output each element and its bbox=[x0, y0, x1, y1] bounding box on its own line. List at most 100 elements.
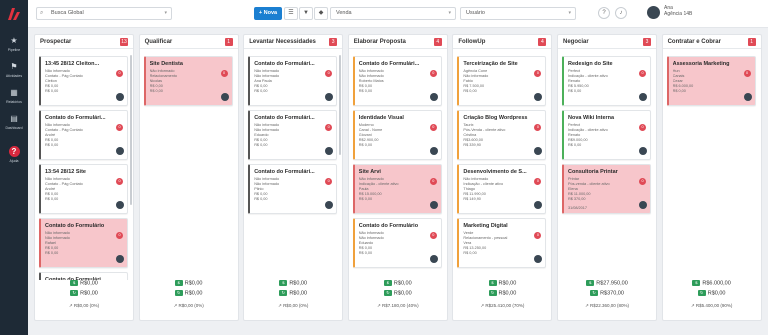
activity-count-badge[interactable]: 0 bbox=[639, 70, 646, 77]
column-totals: $ R$0,00 ↻ R$0,00 ↗ R$0,00 (0%) bbox=[140, 278, 238, 320]
sale-select[interactable]: Venda ▾ bbox=[330, 7, 456, 20]
owner-avatar[interactable] bbox=[116, 93, 124, 101]
owner-avatar[interactable] bbox=[325, 201, 334, 209]
deal-title: Contato do Formulário bbox=[45, 223, 105, 229]
sidebar-item-dashboard[interactable]: ▤ Dashboard bbox=[0, 114, 28, 130]
list-view-button[interactable]: ☰ bbox=[284, 7, 298, 20]
activity-count-badge[interactable]: 0 bbox=[429, 70, 437, 77]
activity-count-badge[interactable]: 0 bbox=[325, 124, 333, 131]
activity-count-badge[interactable]: 0 bbox=[325, 70, 333, 77]
user-select[interactable]: Usuário ▾ bbox=[460, 7, 576, 20]
new-button[interactable]: + Nova bbox=[254, 7, 282, 20]
activity-count-badge[interactable]: 0 bbox=[534, 70, 542, 77]
sidebar-item-ajuda[interactable]: ? Ajuda bbox=[0, 146, 28, 163]
column-scrollbar[interactable] bbox=[339, 55, 342, 155]
column-count-badge: 13 bbox=[120, 38, 128, 46]
deal-card[interactable]: Contato do Formulári... Não informado Não … bbox=[248, 56, 338, 106]
column-title: Negociar bbox=[563, 39, 589, 45]
activity-count-badge[interactable]: 0 bbox=[116, 178, 123, 185]
owner-avatar[interactable] bbox=[429, 147, 438, 155]
activity-count-badge[interactable]: 0 bbox=[325, 178, 333, 185]
sidebar-item-relatórios[interactable]: ▦ Relatórios bbox=[0, 88, 28, 104]
activity-count-badge[interactable]: 0 bbox=[116, 232, 123, 239]
deal-card[interactable]: Site Arvi Não informado Indicação - client… bbox=[352, 164, 442, 214]
activity-count-badge[interactable]: 0 bbox=[534, 178, 542, 185]
owner-avatar[interactable] bbox=[429, 255, 438, 263]
deal-card[interactable]: 13:54 28/12 Site Não informado Contato - P… bbox=[39, 164, 128, 214]
owner-avatar[interactable] bbox=[534, 147, 543, 155]
owner-avatar[interactable] bbox=[639, 93, 647, 101]
activity-count-badge[interactable]: 0 bbox=[534, 124, 542, 131]
deal-card[interactable]: Criação Blog Wordpress Taurix Pós-Venda - … bbox=[457, 110, 547, 160]
column-title: Prospectar bbox=[40, 39, 72, 45]
owner-avatar[interactable] bbox=[429, 201, 438, 209]
activity-count-badge[interactable]: 0 bbox=[639, 178, 646, 185]
activity-count-badge[interactable]: 0 bbox=[220, 70, 228, 77]
activity-count-badge[interactable]: 0 bbox=[429, 232, 437, 239]
deal-card[interactable]: Redesign do Site Perfect Indicação - clien… bbox=[562, 56, 651, 106]
activity-count-badge[interactable]: 0 bbox=[639, 124, 646, 131]
owner-avatar[interactable] bbox=[325, 147, 334, 155]
filter-button[interactable]: ▼ bbox=[299, 7, 313, 20]
deal-card[interactable]: Contato do Formulári... Não informado Não … bbox=[352, 56, 442, 106]
notifications-button[interactable]: ♪ bbox=[615, 7, 627, 19]
deal-card[interactable]: Consultoria Printar Printar Pós-venda - cl… bbox=[562, 164, 651, 214]
tag-button[interactable]: ◆ bbox=[314, 7, 328, 20]
owner-avatar[interactable] bbox=[116, 255, 124, 263]
deal-card[interactable]: 13:45 28/12 Cleiton... Não informado Conta… bbox=[39, 56, 128, 106]
owner-avatar[interactable] bbox=[639, 147, 647, 155]
deal-card[interactable]: Nova Wiki Interna Perfect Indicação - clie… bbox=[562, 110, 651, 160]
deal-card[interactable]: Site Dentista Não informado Relacionamento… bbox=[143, 56, 233, 106]
deal-card[interactable]: Identidade Visual Moderno Canal - Nome Giov… bbox=[352, 110, 442, 160]
deal-detail: R$ 339,90 bbox=[463, 143, 481, 147]
deal-title: 13:45 28/12 Cleiton... bbox=[45, 61, 100, 67]
owner-avatar[interactable] bbox=[116, 201, 124, 209]
deal-detail: R$ 0,00 bbox=[45, 246, 59, 250]
activity-count-badge[interactable]: 0 bbox=[534, 232, 542, 239]
column-header: Qualificar 1 bbox=[139, 35, 238, 49]
deal-card[interactable]: Desenvolvimento de S... Não informado Indi… bbox=[457, 164, 547, 214]
owner-avatar[interactable] bbox=[325, 93, 334, 101]
activity-count-badge[interactable]: 0 bbox=[116, 70, 123, 77]
search-input[interactable]: ⌕ Busca Global ▾ bbox=[36, 7, 172, 20]
user-avatar[interactable] bbox=[647, 6, 660, 19]
column-header: Elaborar Proposta 4 bbox=[348, 35, 447, 49]
activity-count-badge[interactable]: 0 bbox=[429, 178, 437, 185]
owner-avatar[interactable] bbox=[116, 147, 124, 155]
money-icon: $ bbox=[70, 280, 79, 286]
forecast-value: R$22.360,00 (80%) bbox=[590, 303, 630, 308]
deal-detail: R$ 0,00 bbox=[45, 197, 59, 201]
deal-card[interactable]: Contato do Formulári... Não informado Cont… bbox=[39, 110, 128, 160]
deal-detail: R$2.900,00 bbox=[358, 138, 379, 142]
deal-card[interactable]: Contato do Formulári... Não informado Não … bbox=[248, 110, 338, 160]
activity-count-badge[interactable]: 0 bbox=[116, 124, 123, 131]
sidebar-item-atividades[interactable]: ⚑ Atividades bbox=[0, 62, 28, 78]
app-logo[interactable] bbox=[6, 6, 22, 22]
activity-count-badge[interactable]: 0 bbox=[429, 124, 437, 131]
owner-avatar[interactable] bbox=[534, 201, 543, 209]
deal-detail: R$ 149,90 bbox=[463, 197, 481, 201]
deal-detail: R$ 0,00 bbox=[358, 197, 373, 201]
pipeline-column: Contratar e Cobrar 1 Assessoria Marketing H… bbox=[661, 34, 762, 321]
owner-avatar[interactable] bbox=[639, 201, 647, 209]
activity-count-badge[interactable]: 0 bbox=[743, 70, 751, 77]
deal-card[interactable]: Contato do Formulári... Não informado Não … bbox=[248, 164, 338, 214]
deal-card[interactable]: Contato do Formulário Não informado Não in… bbox=[352, 218, 442, 268]
sidebar-item-pipeline[interactable]: ★ Pipeline bbox=[0, 36, 28, 52]
deal-card[interactable]: Contato do Formulário Não informado Não in… bbox=[39, 218, 128, 268]
owner-avatar[interactable] bbox=[429, 93, 438, 101]
deal-detail: Contato - Pág Contato bbox=[45, 74, 83, 78]
deal-detail: R$ 0,00 bbox=[254, 89, 268, 93]
owner-avatar[interactable] bbox=[534, 255, 543, 263]
column-scrollbar[interactable] bbox=[130, 55, 132, 205]
deal-card[interactable]: Assessoria Marketing Hun Canais Cezar R$ 6.0… bbox=[666, 56, 756, 106]
user-company: Agência 14B bbox=[664, 11, 693, 17]
owner-avatar[interactable] bbox=[743, 93, 752, 101]
owner-avatar[interactable] bbox=[534, 93, 543, 101]
column-cards: Redesign do Site Perfect Indicação - clien… bbox=[558, 50, 656, 280]
owner-avatar[interactable] bbox=[220, 93, 229, 101]
deal-card[interactable]: Marketing Digital Verde Relacionamento - p… bbox=[457, 218, 547, 268]
help-button[interactable]: ? bbox=[598, 7, 610, 19]
user-info[interactable]: Ana Agência 14B bbox=[664, 5, 692, 17]
deal-card[interactable]: Terceirização de Site Agência Cone Não inf… bbox=[457, 56, 547, 106]
